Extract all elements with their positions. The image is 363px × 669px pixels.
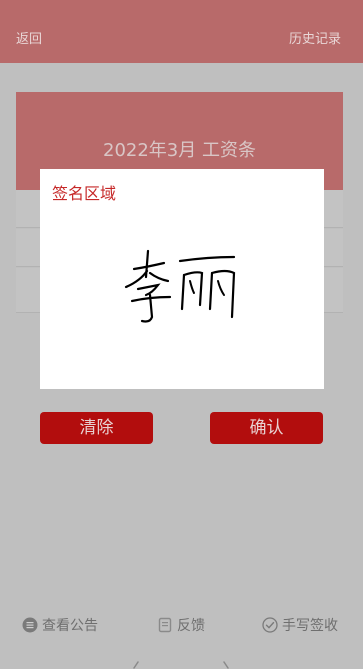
signature-area-label: 签名区域 — [52, 184, 117, 203]
confirm-button[interactable]: 确认 — [210, 412, 323, 444]
nav-label: 反馈 — [177, 618, 205, 634]
top-bar: 返回 历史记录 — [0, 0, 363, 63]
feedback-icon — [158, 617, 172, 633]
clear-button[interactable]: 清除 — [40, 412, 153, 444]
check-circle-icon — [262, 617, 278, 633]
signature-pad[interactable]: 签名区域 — [40, 169, 324, 389]
screen: 返回 历史记录 2022年3月 工资条 签名区域 清除 确认 查看公告 反馈 手… — [0, 0, 363, 669]
nav-item-notices[interactable]: 查看公告 — [22, 610, 98, 640]
back-button[interactable]: 返回 — [16, 28, 42, 47]
history-link[interactable]: 历史记录 — [289, 28, 341, 47]
nav-item-handwritten-sign[interactable]: 手写签收 — [262, 610, 338, 640]
bottom-nav: 查看公告 反馈 手写签收 — [0, 610, 363, 640]
system-nav-indicator — [133, 661, 229, 669]
nav-label: 查看公告 — [42, 618, 98, 634]
nav-label: 手写签收 — [282, 618, 338, 634]
handwritten-signature — [124, 249, 236, 323]
nav-item-feedback[interactable]: 反馈 — [157, 610, 205, 640]
payslip-title: 2022年3月 工资条 — [103, 140, 256, 161]
list-icon — [22, 617, 38, 633]
